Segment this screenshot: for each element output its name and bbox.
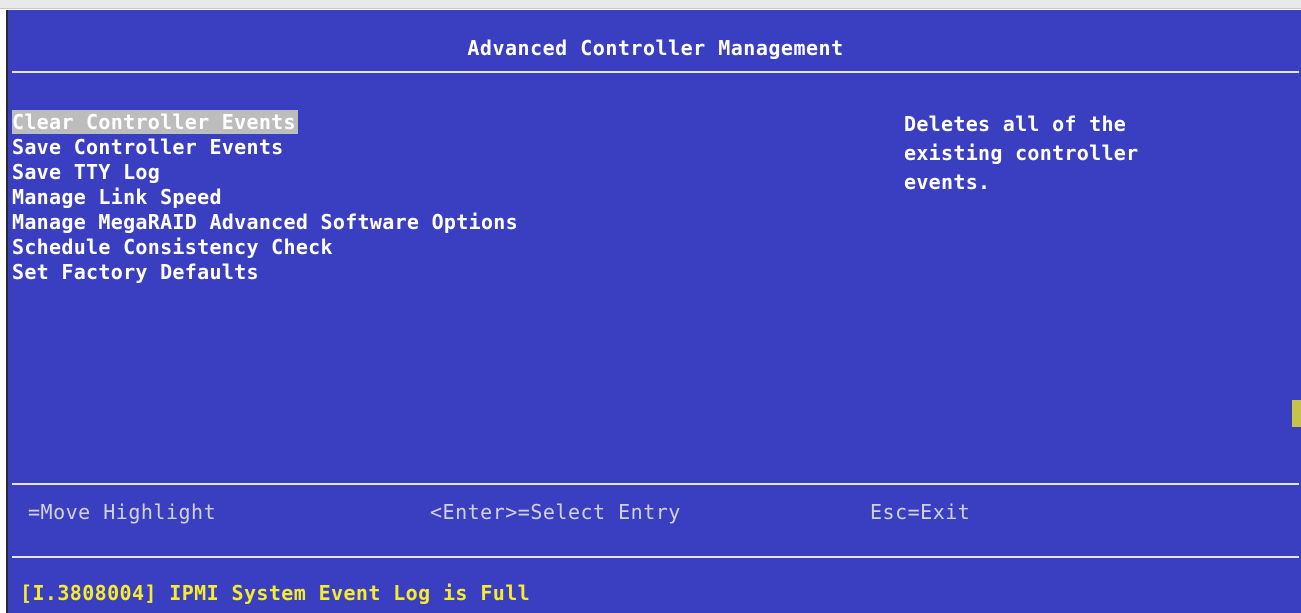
title-divider: [12, 71, 1299, 73]
move-highlight-hint: =Move Highlight: [28, 500, 217, 524]
select-entry-hint: <Enter>=Select Entry: [430, 500, 681, 524]
menu-item-manage-link-speed[interactable]: Manage Link Speed: [12, 185, 520, 210]
footer-divider: [12, 483, 1299, 485]
page-title: Advanced Controller Management: [467, 36, 844, 60]
key-hints-bar: =Move Highlight <Enter>=Select Entry Esc…: [8, 499, 1301, 525]
menu-item-clear-controller-events[interactable]: Clear Controller Events: [12, 110, 520, 135]
status-message: [I.3808004] IPMI System Event Log is Ful…: [20, 581, 531, 605]
menu-item-label: Save Controller Events: [12, 135, 284, 159]
menu-item-label: Save TTY Log: [12, 160, 161, 184]
menu-item-manage-megaraid-advanced-software-options[interactable]: Manage MegaRAID Advanced Software Option…: [12, 210, 520, 235]
status-divider: [12, 556, 1299, 558]
menu-item-label: Manage MegaRAID Advanced Software Option…: [12, 210, 518, 234]
help-text-line: Deletes all of the: [904, 112, 1127, 136]
help-text-line: events.: [904, 170, 991, 194]
menu-item-save-tty-log[interactable]: Save TTY Log: [12, 160, 520, 185]
bios-setup-frame: Advanced Controller Management Clear Con…: [6, 10, 1301, 613]
menu-item-label: Schedule Consistency Check: [12, 235, 333, 259]
scroll-indicator: [1292, 400, 1301, 427]
menu-item-label: Clear Controller Events: [12, 110, 298, 134]
menu-item-set-factory-defaults[interactable]: Set Factory Defaults: [12, 260, 520, 285]
screen: Advanced Controller Management Clear Con…: [0, 0, 1301, 613]
window-top-bar: [0, 0, 1301, 9]
menu-item-label: Set Factory Defaults: [12, 260, 259, 284]
menu-item-save-controller-events[interactable]: Save Controller Events: [12, 135, 520, 160]
exit-hint: Esc=Exit: [870, 500, 971, 524]
help-text-line: existing controller: [904, 141, 1139, 165]
menu-item-label: Manage Link Speed: [12, 185, 222, 209]
help-text-panel: Deletes all of the existing controller e…: [904, 110, 1264, 197]
menu-item-schedule-consistency-check[interactable]: Schedule Consistency Check: [12, 235, 520, 260]
menu-list: Clear Controller Events Save Controller …: [12, 110, 520, 285]
